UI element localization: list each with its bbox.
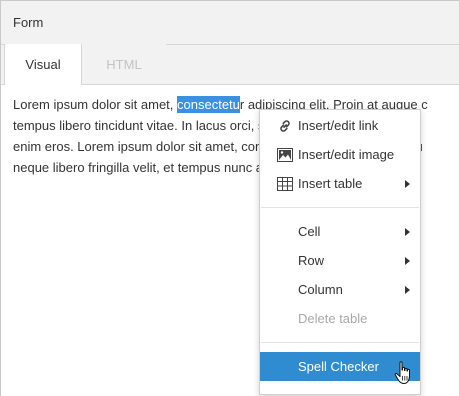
menu-item-delete-table: Delete table xyxy=(260,304,420,333)
chevron-right-icon xyxy=(405,256,410,265)
window-title: Form xyxy=(13,15,44,30)
menu-item-label: Insert table xyxy=(298,176,363,191)
menu-item-label: Row xyxy=(298,253,325,268)
menu-item-insert-table[interactable]: Insert table xyxy=(260,169,420,198)
menu-item-label: Insert/edit link xyxy=(298,118,379,133)
hand-cursor-icon xyxy=(394,361,410,384)
menu-item-label: Insert/edit image xyxy=(298,147,395,162)
menu-item-label: Delete table xyxy=(298,311,368,326)
menu-item-cell[interactable]: Cell xyxy=(260,217,420,246)
link-icon xyxy=(276,117,294,135)
menu-item-label: Column xyxy=(298,282,343,297)
chevron-right-icon xyxy=(405,285,410,294)
menu-separator xyxy=(261,207,419,208)
menu-item-column[interactable]: Column xyxy=(260,275,420,304)
chevron-right-icon xyxy=(405,227,410,236)
window-titlebar: Form xyxy=(1,1,459,45)
menu-item-row[interactable]: Row xyxy=(260,246,420,275)
tab-html[interactable]: HTML xyxy=(82,44,166,84)
selected-text: consectetu xyxy=(177,96,240,113)
chevron-right-icon xyxy=(405,179,410,188)
image-icon xyxy=(276,146,294,164)
editor-tabs: Visual HTML xyxy=(1,44,459,85)
menu-item-label: Cell xyxy=(298,224,321,239)
editor-text: Lorem ipsum dolor sit amet, xyxy=(13,97,178,112)
tab-visual[interactable]: Visual xyxy=(4,44,82,85)
menu-item-insert-edit-image[interactable]: Insert/edit image xyxy=(260,140,420,169)
menu-item-insert-edit-link[interactable]: Insert/edit link xyxy=(260,111,420,140)
form-window: Form Visual HTML Lorem ipsum dolor sit a… xyxy=(0,0,459,396)
context-menu: Insert/edit link Insert/edit image Inser… xyxy=(259,109,421,395)
menu-separator xyxy=(261,342,419,343)
table-icon xyxy=(276,175,294,193)
